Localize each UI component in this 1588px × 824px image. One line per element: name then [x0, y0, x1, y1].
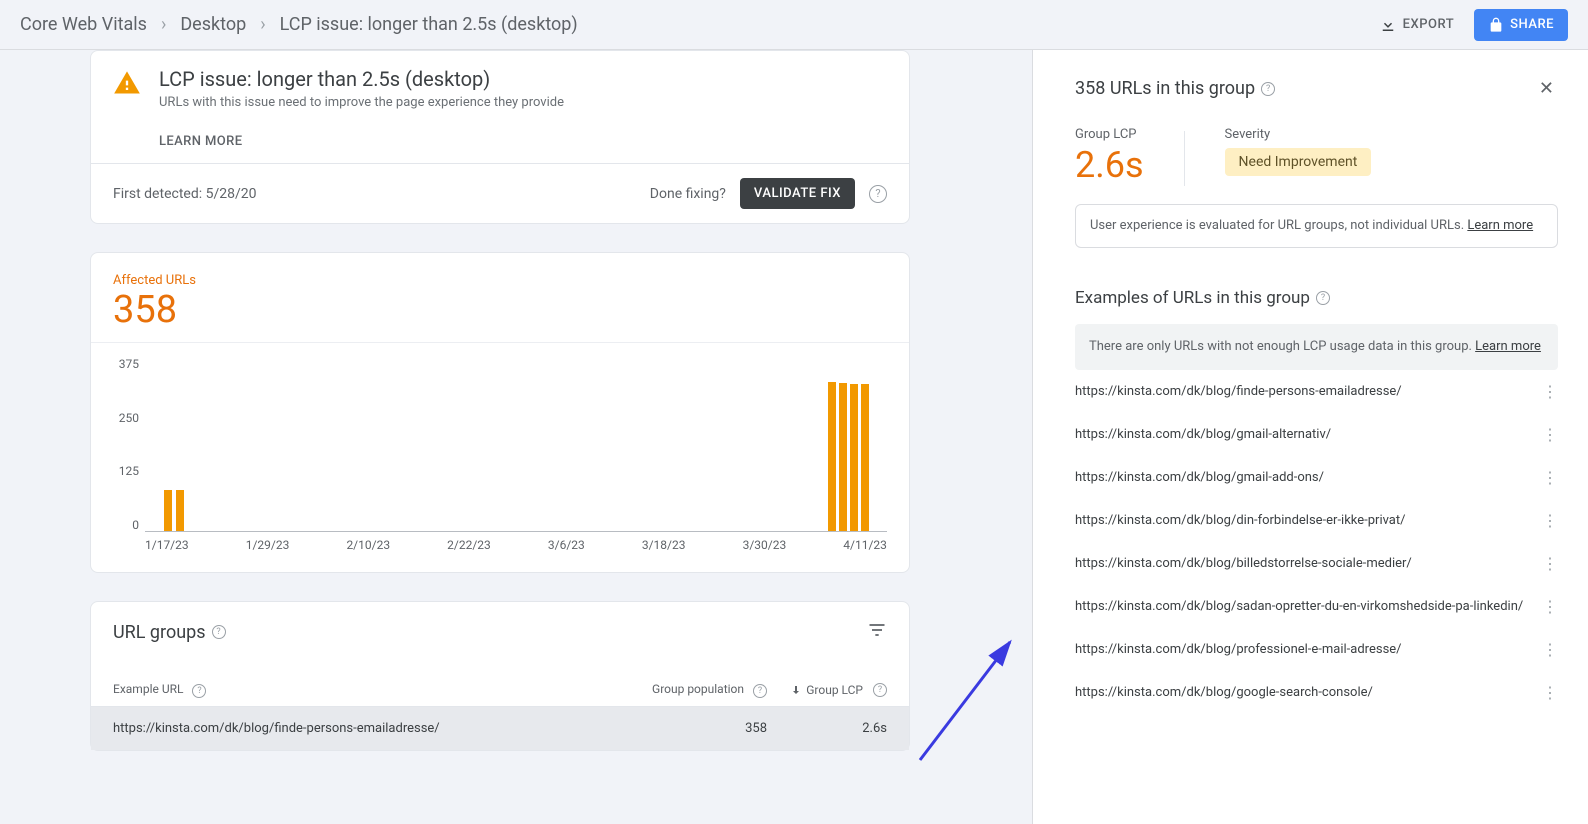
help-icon[interactable]: ?	[869, 185, 887, 203]
url-text: https://kinsta.com/dk/blog/din-forbindel…	[1075, 513, 1542, 528]
severity-badge: Need Improvement	[1225, 148, 1372, 176]
share-label: SHARE	[1510, 17, 1554, 32]
chart-bar	[176, 490, 184, 531]
kebab-icon[interactable]: ⋮	[1542, 433, 1558, 437]
x-axis-labels: 1/17/231/29/232/10/232/22/233/6/233/18/2…	[113, 538, 887, 552]
row-lcp: 2.6s	[767, 721, 887, 736]
issue-title: LCP issue: longer than 2.5s (desktop)	[159, 67, 564, 91]
severity-label: Severity	[1225, 127, 1372, 142]
list-item[interactable]: https://kinsta.com/dk/blog/din-forbindel…	[1075, 499, 1558, 542]
chart-bar	[839, 383, 847, 531]
col-example-url: Example URL	[113, 682, 183, 696]
group-lcp-label: Group LCP	[1075, 127, 1144, 142]
url-text: https://kinsta.com/dk/blog/google-search…	[1075, 685, 1542, 700]
export-label: EXPORT	[1403, 17, 1454, 32]
url-text: https://kinsta.com/dk/blog/professionel-…	[1075, 642, 1542, 657]
issue-card: LCP issue: longer than 2.5s (desktop) UR…	[90, 50, 910, 224]
affected-urls-count: 358	[91, 288, 909, 332]
learn-more-link[interactable]: Learn more	[1475, 339, 1541, 354]
col-group-population: Group population	[652, 682, 744, 696]
done-fixing-label: Done fixing?	[650, 186, 726, 202]
kebab-icon[interactable]: ⋮	[1542, 648, 1558, 652]
kebab-icon[interactable]: ⋮	[1542, 691, 1558, 695]
divider	[1184, 131, 1185, 186]
export-button[interactable]: EXPORT	[1371, 10, 1462, 40]
list-item[interactable]: https://kinsta.com/dk/blog/google-search…	[1075, 671, 1558, 714]
sidepanel-title: 358 URLs in this group	[1075, 78, 1255, 99]
help-icon[interactable]: ?	[212, 625, 226, 639]
kebab-icon[interactable]: ⋮	[1542, 519, 1558, 523]
url-text: https://kinsta.com/dk/blog/sadan-oprette…	[1075, 599, 1542, 614]
filter-icon[interactable]	[867, 620, 887, 644]
list-item[interactable]: https://kinsta.com/dk/blog/gmail-add-ons…	[1075, 456, 1558, 499]
chevron-right-icon: ›	[161, 14, 166, 35]
learn-more-button[interactable]: LEARN MORE	[159, 134, 564, 149]
list-item[interactable]: https://kinsta.com/dk/blog/professionel-…	[1075, 628, 1558, 671]
help-icon[interactable]: ?	[1261, 82, 1275, 96]
row-url: https://kinsta.com/dk/blog/finde-persons…	[113, 721, 617, 736]
chart-plot	[145, 357, 887, 532]
url-text: https://kinsta.com/dk/blog/finde-persons…	[1075, 384, 1542, 399]
group-lcp-value: 2.6s	[1075, 144, 1144, 186]
list-item[interactable]: https://kinsta.com/dk/blog/gmail-alterna…	[1075, 413, 1558, 456]
chart-bar	[850, 384, 858, 531]
notice-box: There are only URLs with not enough LCP …	[1075, 324, 1558, 370]
affected-urls-label: Affected URLs	[91, 273, 909, 288]
issue-subtitle: URLs with this issue need to improve the…	[159, 95, 564, 110]
download-icon	[1379, 16, 1397, 34]
kebab-icon[interactable]: ⋮	[1542, 562, 1558, 566]
sort-down-icon[interactable]	[790, 684, 802, 696]
topbar: Core Web Vitals › Desktop › LCP issue: l…	[0, 0, 1588, 50]
close-icon[interactable]: ✕	[1535, 74, 1558, 103]
help-icon[interactable]: ?	[192, 684, 206, 698]
list-item[interactable]: https://kinsta.com/dk/blog/billedstorrel…	[1075, 542, 1558, 585]
chart-bar	[828, 382, 836, 531]
chart-bar	[164, 490, 172, 531]
validate-fix-button[interactable]: VALIDATE FIX	[740, 178, 855, 209]
breadcrumb-item-current: LCP issue: longer than 2.5s (desktop)	[280, 14, 578, 35]
info-box: User experience is evaluated for URL gro…	[1075, 204, 1558, 248]
breadcrumb: Core Web Vitals › Desktop › LCP issue: l…	[20, 14, 578, 35]
learn-more-link[interactable]: Learn more	[1467, 218, 1533, 233]
details-sidepanel: 358 URLs in this group ? ✕ Group LCP 2.6…	[1032, 50, 1588, 824]
kebab-icon[interactable]: ⋮	[1542, 605, 1558, 609]
help-icon[interactable]: ?	[873, 683, 887, 697]
chevron-right-icon: ›	[260, 14, 265, 35]
breadcrumb-item[interactable]: Desktop	[180, 14, 246, 35]
list-item[interactable]: https://kinsta.com/dk/blog/finde-persons…	[1075, 370, 1558, 413]
examples-title: Examples of URLs in this group	[1075, 288, 1310, 308]
table-header: Example URL ? Group population ? Group L…	[91, 674, 909, 707]
kebab-icon[interactable]: ⋮	[1542, 390, 1558, 394]
chart-bar	[861, 384, 869, 531]
url-groups-card: URL groups ? Example URL ? Group populat…	[90, 601, 910, 751]
help-icon[interactable]: ?	[1316, 291, 1330, 305]
url-text: https://kinsta.com/dk/blog/gmail-add-ons…	[1075, 470, 1542, 485]
col-group-lcp: Group LCP	[806, 683, 863, 697]
chart-card: Affected URLs 358 3752501250 1/17/231/29…	[90, 252, 910, 573]
share-button[interactable]: SHARE	[1474, 9, 1568, 41]
url-groups-title: URL groups	[113, 622, 206, 643]
list-item[interactable]: https://kinsta.com/dk/blog/sadan-oprette…	[1075, 585, 1558, 628]
lock-icon	[1488, 17, 1504, 33]
y-axis-labels: 3752501250	[113, 357, 145, 532]
row-population: 358	[617, 721, 767, 736]
warning-icon	[113, 69, 141, 97]
url-text: https://kinsta.com/dk/blog/billedstorrel…	[1075, 556, 1542, 571]
url-text: https://kinsta.com/dk/blog/gmail-alterna…	[1075, 427, 1542, 442]
first-detected: First detected: 5/28/20	[113, 186, 257, 202]
help-icon[interactable]: ?	[753, 684, 767, 698]
kebab-icon[interactable]: ⋮	[1542, 476, 1558, 480]
table-row[interactable]: https://kinsta.com/dk/blog/finde-persons…	[91, 707, 909, 750]
breadcrumb-item[interactable]: Core Web Vitals	[20, 14, 147, 35]
chart-area: 3752501250 1/17/231/29/232/10/232/22/233…	[91, 342, 909, 552]
